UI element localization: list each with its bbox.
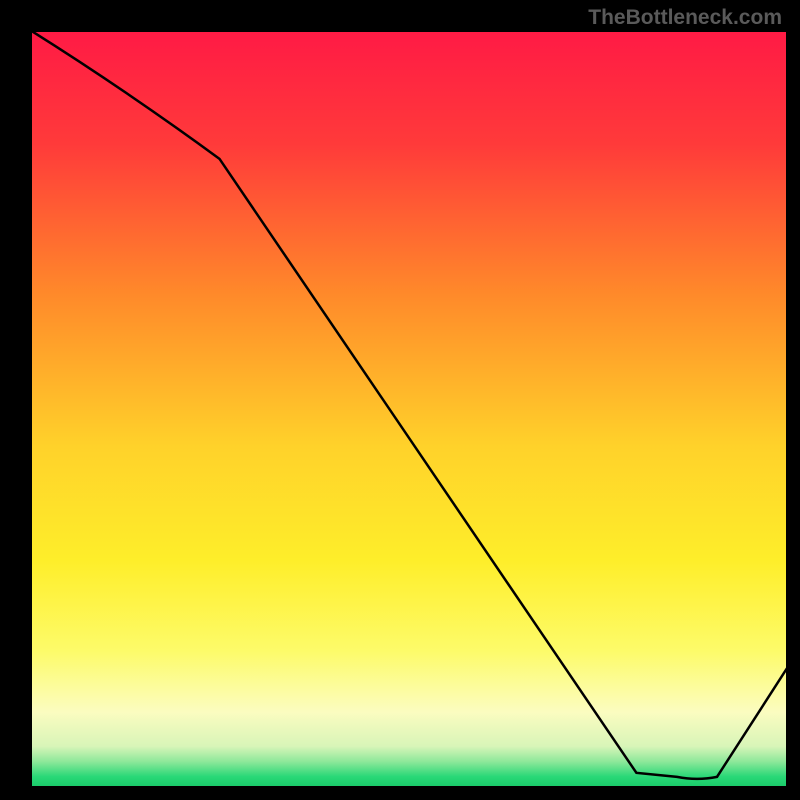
data-line: [30, 30, 788, 788]
chart-area: [30, 30, 788, 788]
watermark-text: TheBottleneck.com: [588, 6, 782, 30]
